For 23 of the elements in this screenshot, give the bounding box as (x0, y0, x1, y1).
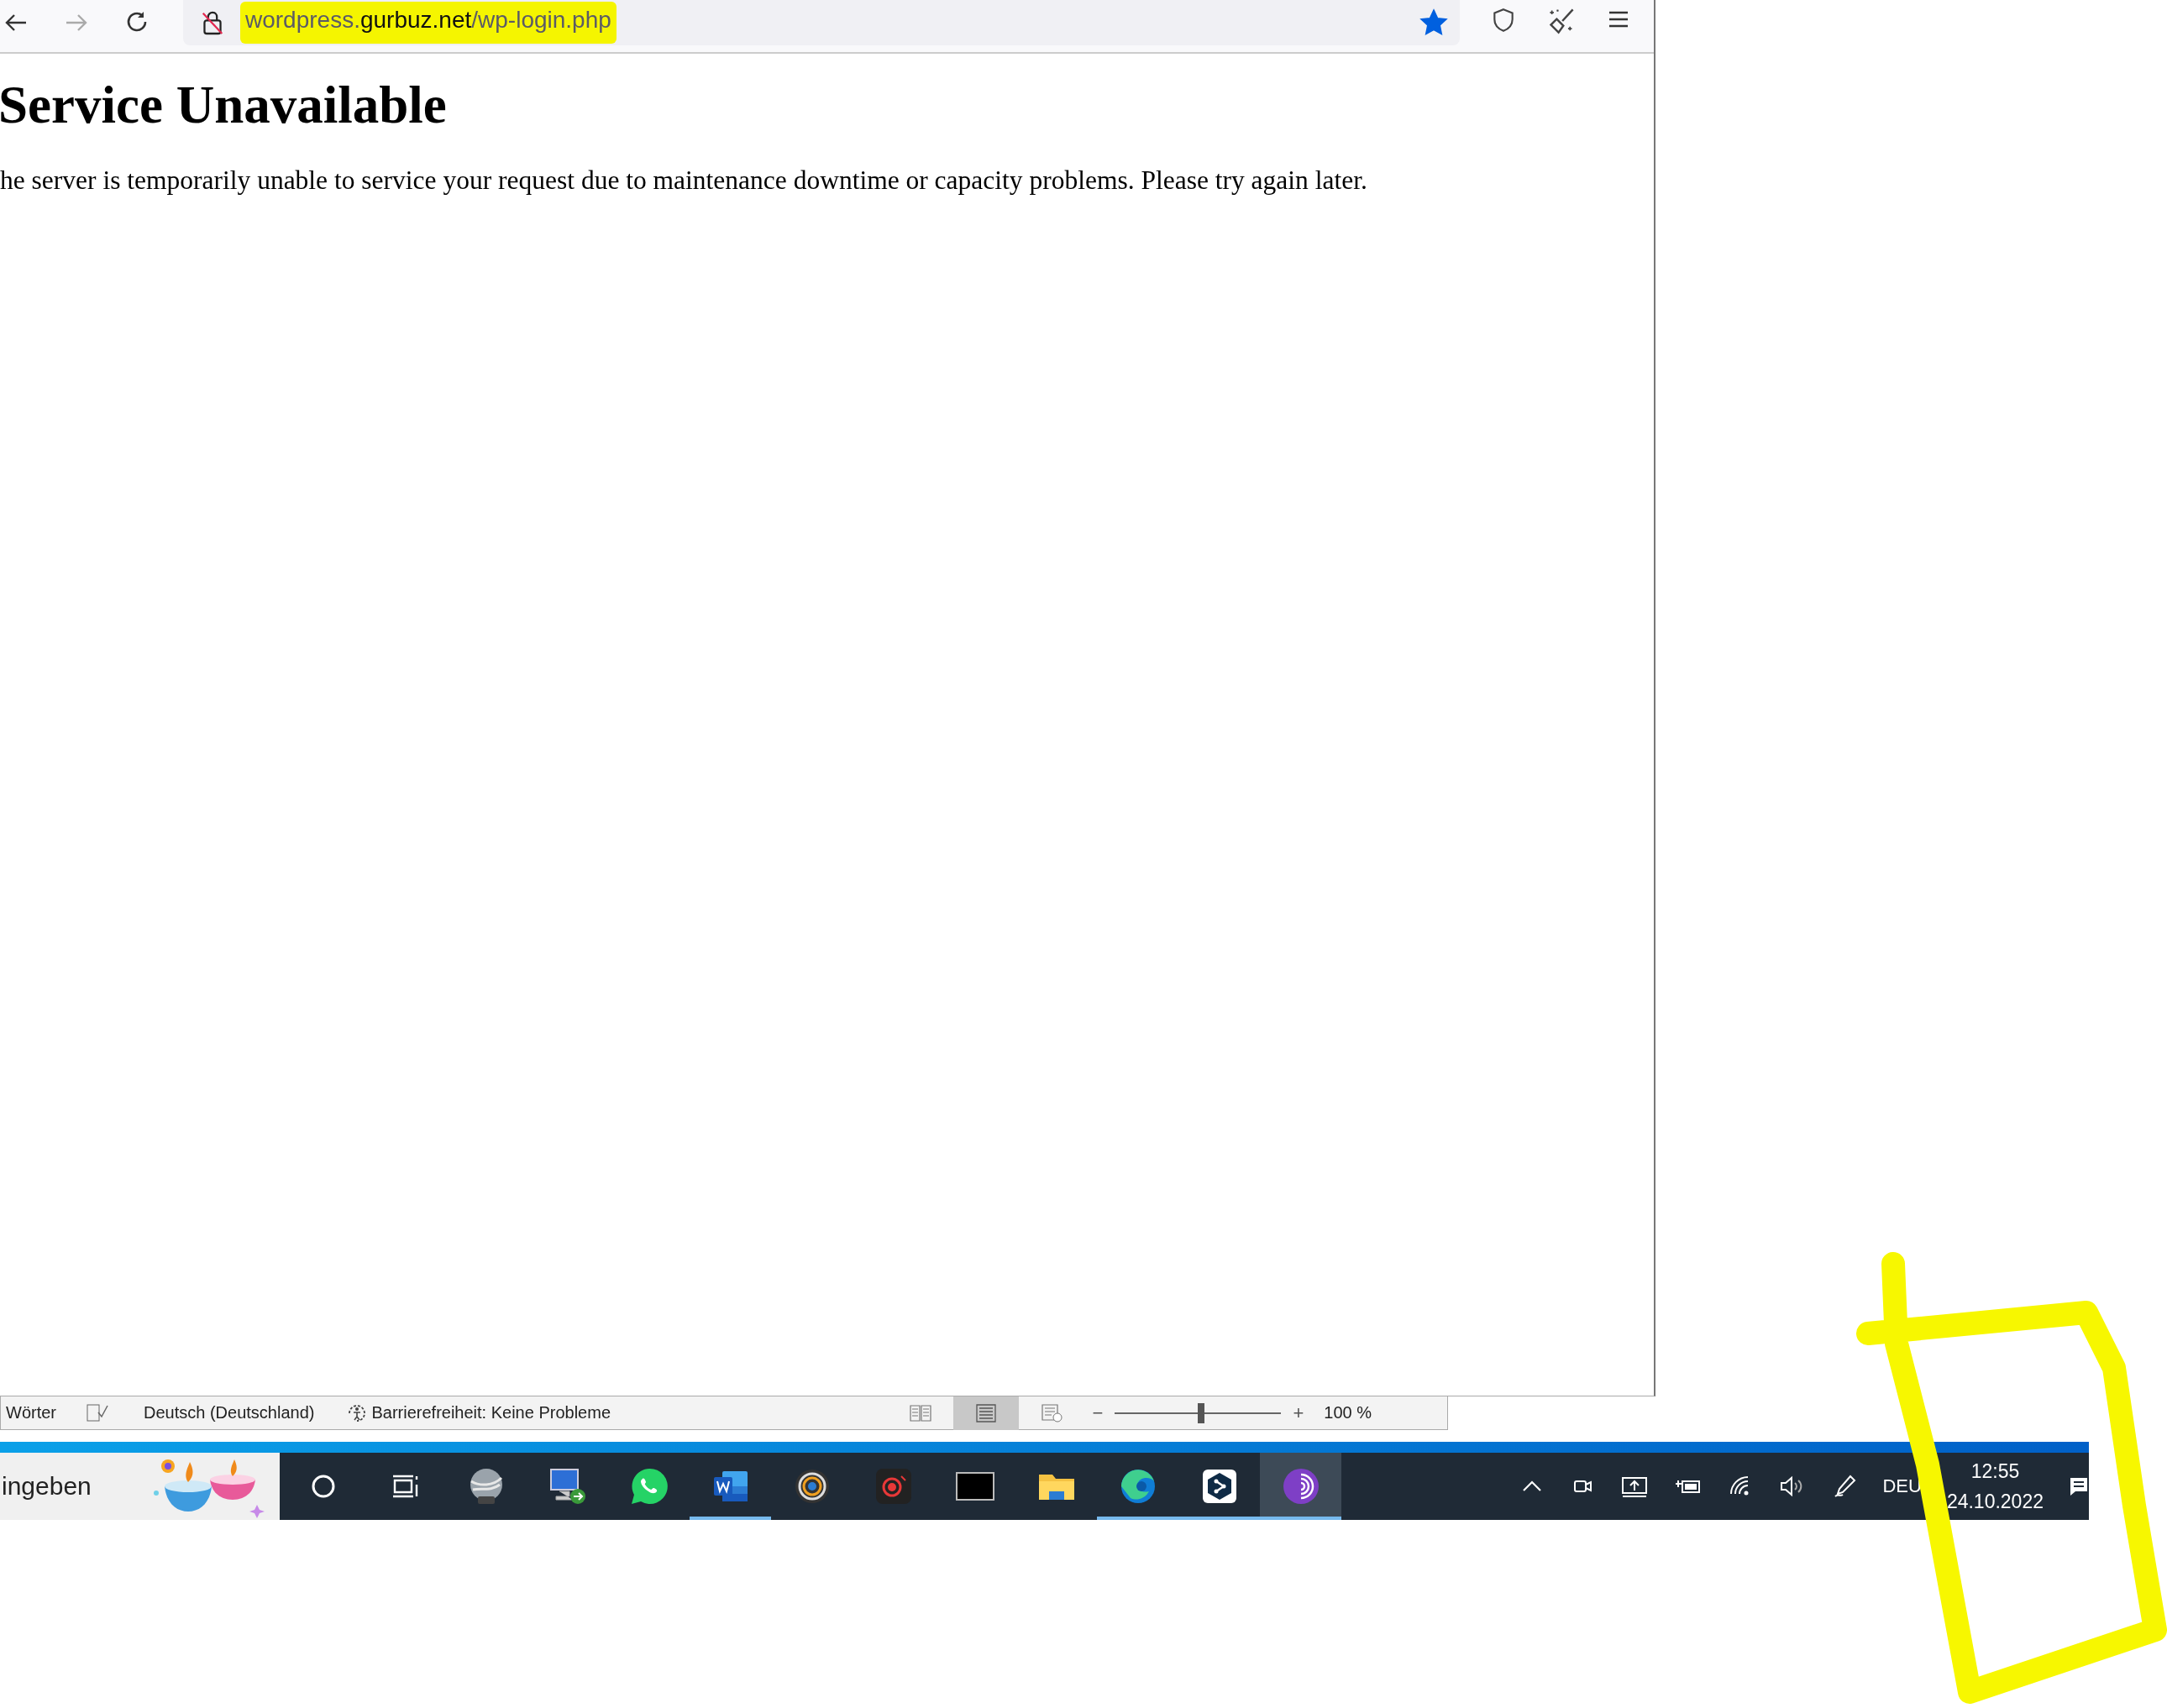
language-indicator[interactable]: DEU (1882, 1475, 1922, 1497)
proofing-icon[interactable] (87, 1403, 108, 1422)
book-icon (909, 1403, 931, 1422)
word-count[interactable]: Wörter (6, 1403, 56, 1422)
broom-icon[interactable] (1547, 7, 1576, 35)
language-label[interactable]: Deutsch (Deutschland) (144, 1403, 315, 1422)
url-text[interactable]: wordpress.gurbuz.net/wp-login.php (240, 2, 617, 44)
error-message: he server is temporarily unable to service your request due to maintenance downtime or capacity problems. Please try again later. (0, 165, 1368, 196)
zoom-in-button[interactable]: + (1293, 1402, 1304, 1424)
lock-icon (202, 10, 223, 35)
zoom-percentage[interactable]: 100 % (1324, 1403, 1372, 1422)
search-field[interactable]: ingeben (0, 1453, 280, 1520)
zoom-out-button[interactable]: − (1092, 1402, 1104, 1424)
print-layout-button[interactable] (952, 1396, 1019, 1430)
web-page-icon (1040, 1403, 1063, 1422)
page-icon (974, 1403, 997, 1422)
page-heading: Service Unavailable (0, 79, 448, 132)
bookmark-star-icon[interactable] (1419, 8, 1448, 37)
taskbar-app-button[interactable] (1260, 1453, 1341, 1520)
address-bar[interactable]: wordpress.gurbuz.net/wp-login.php (183, 0, 1460, 45)
clock[interactable]: 12:55 24.10.2022 (1946, 1456, 2044, 1517)
zoom-slider-thumb[interactable] (1198, 1402, 1205, 1423)
accessibility-status[interactable]: Barrierefreiheit: Keine Probleme (371, 1403, 611, 1422)
